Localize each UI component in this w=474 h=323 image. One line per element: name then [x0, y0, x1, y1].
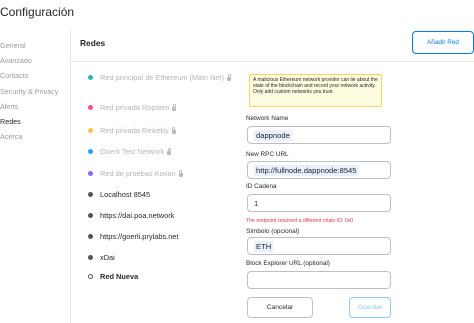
network-label: https://dai.poa.network	[100, 211, 175, 220]
block-explorer-field[interactable]	[247, 271, 391, 289]
network-color-dot	[88, 274, 93, 279]
network-color-dot	[88, 171, 93, 176]
network-name-field[interactable]: dappnode	[247, 126, 391, 144]
symbol-label: Símbolo (opcional)	[246, 228, 300, 235]
network-label: https://goerli.prylabs.net	[100, 232, 179, 241]
rpc-url-field[interactable]: http://fullnode.dappnode:8545	[247, 161, 391, 179]
network-item-rinkeby[interactable]: Red privada Rinkeby	[88, 126, 176, 135]
sidebar-item-advanced[interactable]: Avanzado	[0, 53, 70, 68]
network-label: Red privada Ropsten	[100, 103, 170, 112]
section-title: Redes	[80, 38, 106, 48]
sidebar-divider	[70, 30, 71, 323]
lock-icon	[171, 126, 176, 134]
block-explorer-label: Block Explorer URL (optional)	[246, 260, 330, 267]
sidebar-item-about[interactable]: Acerca	[0, 129, 70, 144]
sidebar-item-contacts[interactable]: Contacts	[0, 68, 70, 83]
settings-sidebar: General Avanzado Contacts Security & Pri…	[0, 38, 70, 144]
lock-icon	[227, 73, 232, 81]
network-item-new[interactable]: Red Nueva	[88, 272, 138, 281]
network-label: xDai	[100, 253, 115, 262]
page-title: Configuración	[0, 5, 75, 19]
network-label: Red principal de Ethereum (Main Net)	[100, 73, 225, 82]
rpc-url-value: http://fullnode.dappnode:8545	[254, 164, 359, 176]
network-color-dot	[88, 75, 93, 80]
rpc-url-label: New RPC URL	[246, 151, 289, 158]
network-item-xdai[interactable]: xDai	[88, 253, 115, 262]
network-item-mainnet[interactable]: Red principal de Ethereum (Main Net)	[88, 73, 232, 82]
network-label: Red privada Rinkeby	[100, 126, 169, 135]
network-item-localhost[interactable]: Localhost 8545	[88, 190, 150, 199]
sidebar-item-networks[interactable]: Redes	[0, 114, 70, 129]
network-label: Goerli Test Network	[100, 147, 165, 156]
network-color-dot	[88, 192, 93, 197]
sidebar-item-security[interactable]: Security & Privacy	[0, 84, 70, 99]
network-color-dot	[88, 234, 93, 239]
warning-box: A malicious Ethereum network provider ca…	[249, 74, 382, 107]
network-color-dot	[88, 128, 93, 133]
network-color-dot	[88, 149, 93, 154]
sidebar-item-general[interactable]: General	[0, 38, 70, 53]
symbol-value: ETH	[254, 240, 274, 252]
network-item-prylabs[interactable]: https://goerli.prylabs.net	[88, 232, 178, 241]
warning-text: A malicious Ethereum network provider ca…	[253, 77, 378, 95]
chain-id-label: ID Cadena	[246, 183, 277, 190]
symbol-field[interactable]: ETH	[247, 237, 391, 255]
save-button[interactable]: Guardar	[349, 297, 391, 318]
sidebar-item-alerts[interactable]: Alerts	[0, 99, 70, 114]
chain-id-error: The endpoint returned a different chain …	[246, 218, 354, 224]
network-color-dot	[88, 213, 93, 218]
chain-id-value: 1	[254, 198, 259, 208]
lock-icon	[172, 103, 177, 111]
chain-id-field[interactable]: 1	[247, 194, 391, 212]
network-item-poa[interactable]: https://dai.poa.network	[88, 211, 174, 220]
network-label: Red Nueva	[100, 272, 139, 281]
network-color-dot	[88, 255, 93, 260]
add-network-button[interactable]: Añadir Red	[412, 31, 474, 54]
network-item-kovan[interactable]: Red de pruebas Kovan	[88, 169, 183, 178]
network-name-value: dappnode	[254, 129, 292, 141]
network-label: Red de pruebas Kovan	[100, 169, 176, 178]
lock-icon	[167, 147, 172, 155]
network-item-goerli[interactable]: Goerli Test Network	[88, 147, 172, 156]
cancel-button[interactable]: Cancelar	[247, 297, 313, 318]
header-divider	[71, 61, 474, 62]
network-color-dot	[88, 105, 93, 110]
network-label: Localhost 8545	[100, 190, 151, 199]
network-item-ropsten[interactable]: Red privada Ropsten	[88, 103, 177, 112]
lock-icon	[178, 169, 183, 177]
network-name-label: Network Name	[246, 115, 289, 122]
